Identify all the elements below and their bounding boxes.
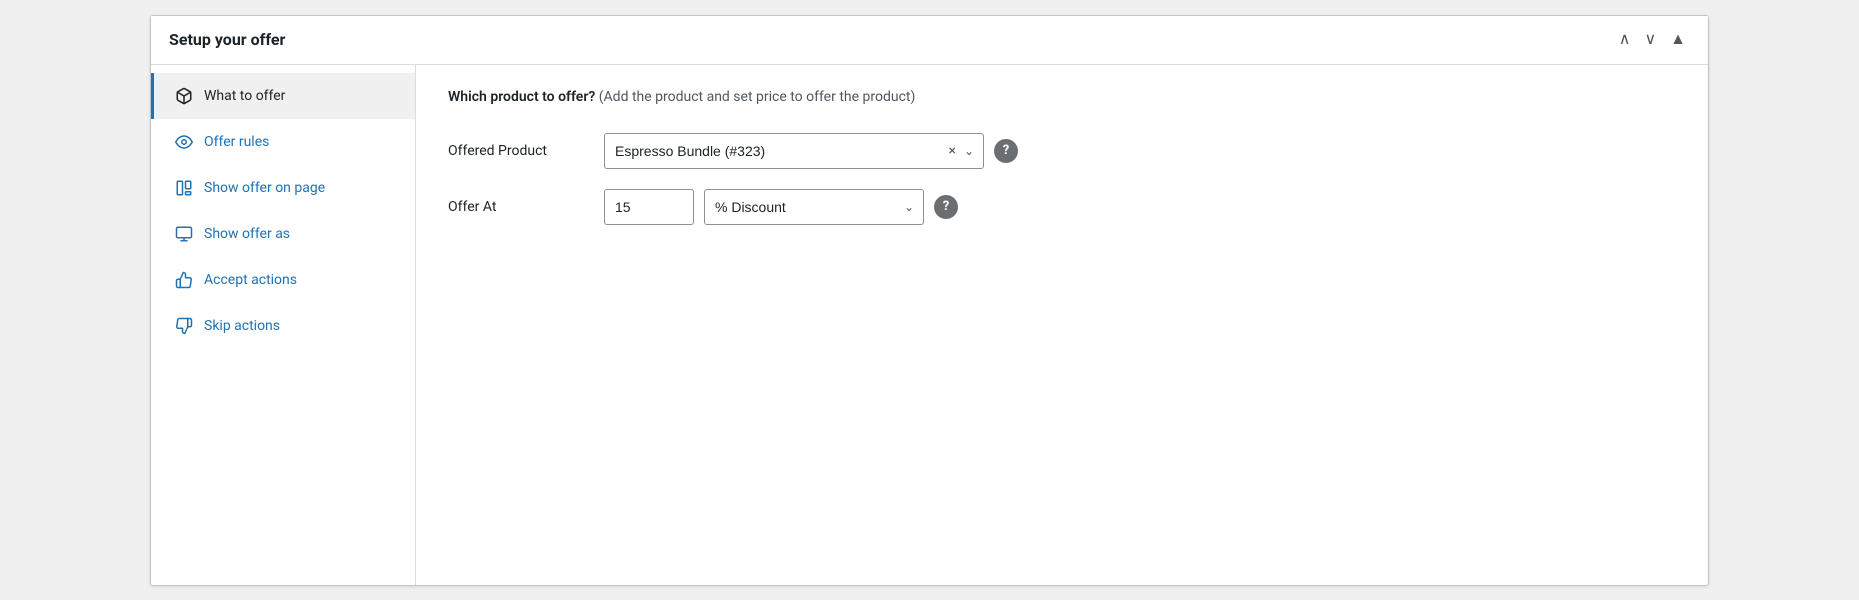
- section-question: Which product to offer?: [448, 89, 595, 105]
- collapse-down-button[interactable]: ∨: [1640, 30, 1660, 50]
- sidebar-item-label: Show offer on page: [204, 180, 325, 196]
- offered-product-row: Offered Product Espresso Bundle (#323) ×…: [448, 133, 1676, 169]
- panel-title: Setup your offer: [169, 30, 285, 49]
- expand-button[interactable]: ▲: [1666, 30, 1690, 50]
- offer-at-label: Offer At: [448, 199, 588, 215]
- sidebar-item-label: Skip actions: [204, 318, 280, 334]
- product-select-wrapper: Espresso Bundle (#323) × ⌄: [604, 133, 984, 169]
- main-content: Which product to offer? (Add the product…: [416, 65, 1708, 585]
- panel-header: Setup your offer ∧ ∨ ▲: [151, 16, 1708, 65]
- thumbs-down-icon: [174, 317, 194, 335]
- eye-icon: [174, 133, 194, 151]
- sidebar-item-show-offer-on-page[interactable]: Show offer on page: [151, 165, 415, 211]
- offer-at-help-icon[interactable]: ?: [934, 195, 958, 219]
- sidebar: What to offer Offer rules: [151, 65, 416, 585]
- product-select[interactable]: Espresso Bundle (#323): [604, 133, 984, 169]
- section-title: Which product to offer? (Add the product…: [448, 89, 1676, 105]
- sidebar-item-label: What to offer: [204, 88, 285, 104]
- offered-product-controls: Espresso Bundle (#323) × ⌄ ?: [604, 133, 1018, 169]
- offer-at-controls: % Discount Fixed Price Set Price ⌄ ?: [604, 189, 958, 225]
- offer-at-number-input[interactable]: [604, 189, 694, 225]
- sidebar-item-offer-rules[interactable]: Offer rules: [151, 119, 415, 165]
- sidebar-item-accept-actions[interactable]: Accept actions: [151, 257, 415, 303]
- offer-at-row: Offer At % Discount Fixed Price Set Pric…: [448, 189, 1676, 225]
- box-icon: [174, 87, 194, 105]
- sidebar-item-label: Accept actions: [204, 272, 297, 288]
- sidebar-item-label: Show offer as: [204, 226, 290, 242]
- discount-type-select[interactable]: % Discount Fixed Price Set Price: [704, 189, 924, 225]
- page-icon: [174, 179, 194, 197]
- thumbs-up-icon: [174, 271, 194, 289]
- discount-select-wrapper: % Discount Fixed Price Set Price ⌄: [704, 189, 924, 225]
- monitor-icon: [174, 225, 194, 243]
- collapse-up-button[interactable]: ∧: [1615, 30, 1635, 50]
- sidebar-item-show-offer-as[interactable]: Show offer as: [151, 211, 415, 257]
- clear-product-icon[interactable]: ×: [949, 143, 956, 159]
- offered-product-label: Offered Product: [448, 143, 588, 159]
- setup-offer-panel: Setup your offer ∧ ∨ ▲ What to offer: [150, 15, 1709, 586]
- panel-body: What to offer Offer rules: [151, 65, 1708, 585]
- sidebar-item-label: Offer rules: [204, 134, 269, 150]
- sidebar-item-what-to-offer[interactable]: What to offer: [151, 73, 415, 119]
- header-controls: ∧ ∨ ▲: [1615, 30, 1690, 50]
- sidebar-item-skip-actions[interactable]: Skip actions: [151, 303, 415, 349]
- offered-product-help-icon[interactable]: ?: [994, 139, 1018, 163]
- section-subtitle: (Add the product and set price to offer …: [599, 89, 916, 105]
